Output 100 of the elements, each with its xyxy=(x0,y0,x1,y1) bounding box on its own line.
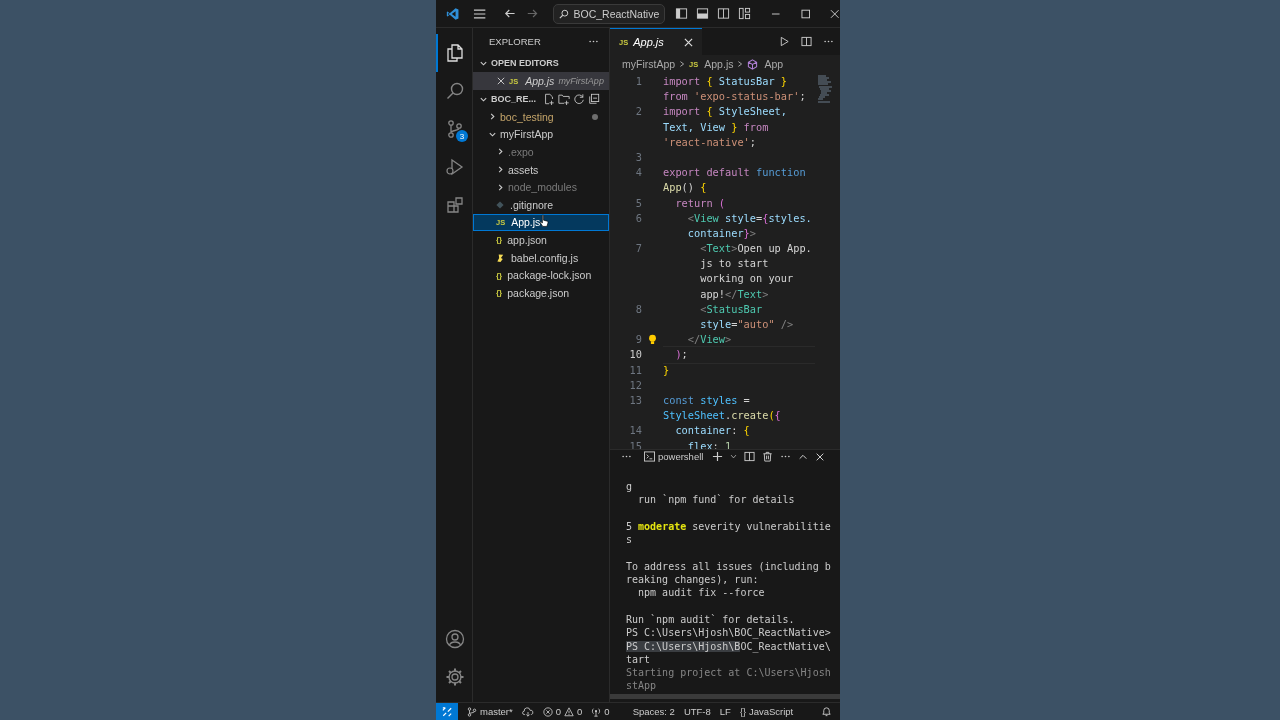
add-icon[interactable] xyxy=(712,451,724,462)
terminal-line: tart xyxy=(626,652,652,667)
line-number: 2 xyxy=(634,104,642,120)
code-line: from 'expo-status-bar'; xyxy=(663,89,807,105)
tree-item[interactable]: babel.config.js xyxy=(473,248,609,267)
remote-button[interactable] xyxy=(436,703,458,720)
language-mode[interactable]: {} JavaScript xyxy=(739,706,794,717)
chevron-down-icon[interactable] xyxy=(730,453,738,460)
command-center[interactable]: BOC_ReactNative xyxy=(553,3,666,24)
file-name: node_modules xyxy=(508,181,577,194)
problems-status[interactable]: 0 0 xyxy=(542,706,583,717)
code-line: style="auto" /> xyxy=(699,317,795,333)
tree-item[interactable]: assets xyxy=(473,160,609,179)
warning-icon xyxy=(564,706,575,717)
terminal-tab[interactable]: powershell xyxy=(644,451,704,462)
chevron-icon xyxy=(736,60,745,68)
code-line: <Text>Open up App. xyxy=(699,241,813,257)
new-folder-icon[interactable] xyxy=(558,93,570,105)
remote-icon xyxy=(442,706,452,717)
terminal-line: Starting project at C:\Users\Hjosh xyxy=(626,666,832,680)
terminal-line: To address all issues (including b xyxy=(626,559,832,574)
collapse-all-icon[interactable] xyxy=(588,93,600,105)
tree-item[interactable]: .gitignore xyxy=(473,195,609,214)
file-name: package.json xyxy=(507,286,570,299)
terminal-line: s xyxy=(626,533,634,547)
tree-item[interactable]: myFirstApp xyxy=(473,125,609,144)
code-line: </View> xyxy=(686,332,733,348)
status-item[interactable]: UTF-8 xyxy=(683,706,711,717)
tree-item[interactable]: .expo xyxy=(473,143,609,161)
file-name: package-lock.json xyxy=(507,269,592,282)
error-icon xyxy=(542,706,553,717)
line-number: 6 xyxy=(634,210,642,226)
workspace-title[interactable]: BOC_RE... xyxy=(491,94,536,104)
breadcrumb[interactable]: App.js xyxy=(704,58,734,70)
file-name: app.json xyxy=(507,233,547,246)
terminal-line: PS C:\Users\Hjosh\BOC_ReactNative\ xyxy=(626,639,832,653)
close-icon[interactable] xyxy=(815,451,826,462)
activity-item[interactable]: 3 xyxy=(436,110,472,148)
more-actions-icon[interactable] xyxy=(780,455,792,458)
tree-item[interactable]: {} package-lock.json xyxy=(473,266,609,284)
code-line: } xyxy=(663,362,671,378)
tree-item[interactable]: node_modules xyxy=(473,178,609,196)
vscode-logo-icon xyxy=(446,6,460,21)
line-number: 13 xyxy=(628,393,642,409)
bell-icon[interactable] xyxy=(821,706,832,717)
cube-icon xyxy=(747,58,759,70)
new-file-icon[interactable] xyxy=(543,93,555,105)
section-header[interactable]: OPEN EDITORS xyxy=(473,54,609,72)
more-actions-icon[interactable] xyxy=(621,455,632,458)
settings-icon[interactable] xyxy=(445,667,465,687)
search-icon xyxy=(559,8,570,19)
forward-arrow-icon[interactable] xyxy=(525,7,539,20)
toggle-sidebar-icon[interactable] xyxy=(675,7,689,20)
tree-item[interactable]: {} package.json xyxy=(473,283,609,302)
braces-icon: {} xyxy=(496,235,503,245)
code-line: app!</Text> xyxy=(699,286,770,302)
terminal-line: run `npm fund` for details xyxy=(637,493,796,507)
lightbulb-icon[interactable] xyxy=(648,334,657,346)
code-line: App() { xyxy=(663,180,708,196)
back-arrow-icon[interactable] xyxy=(503,7,516,20)
line-number: 12 xyxy=(628,377,642,393)
run-debug-icon xyxy=(445,157,465,177)
run-icon[interactable] xyxy=(779,36,790,47)
status-item[interactable]: Spaces: 2 xyxy=(632,706,675,717)
line-number: 14 xyxy=(628,423,642,439)
line-number: 15 xyxy=(628,438,642,449)
close-icon[interactable] xyxy=(684,37,693,47)
braces-icon: {} xyxy=(496,270,503,280)
more-actions-icon[interactable] xyxy=(588,39,599,43)
breadcrumb[interactable]: App xyxy=(764,58,784,70)
breadcrumb[interactable]: myFirstApp xyxy=(622,58,676,70)
babel-icon xyxy=(496,252,505,263)
line-number: 7 xyxy=(634,241,642,257)
file-name: myFirstApp xyxy=(500,128,554,141)
split-layout-icon[interactable] xyxy=(717,7,731,20)
ports-status[interactable]: 0 xyxy=(591,706,610,717)
notification-badge: 3 xyxy=(456,130,468,142)
refresh-icon[interactable] xyxy=(573,93,585,105)
cloud-sync-icon[interactable] xyxy=(521,706,534,717)
account-icon[interactable] xyxy=(445,629,465,649)
tree-item[interactable]: boc_testing xyxy=(473,108,609,126)
split-editor-icon[interactable] xyxy=(801,36,812,47)
close-icon[interactable] xyxy=(497,77,505,85)
layout-grid-icon[interactable] xyxy=(738,7,752,20)
more-actions-icon[interactable] xyxy=(823,40,834,43)
toggle-panel-icon[interactable] xyxy=(696,7,710,20)
code-line: export default function xyxy=(663,165,807,181)
branch-status[interactable]: master* xyxy=(467,706,513,717)
folder-name: myFirstApp xyxy=(558,76,604,86)
close-icon[interactable] xyxy=(830,8,840,19)
line-number: 4 xyxy=(634,165,642,181)
code-line: js to start xyxy=(699,256,770,272)
status-item[interactable]: LF xyxy=(719,706,731,717)
code-line: <StatusBar xyxy=(699,301,764,317)
braces-icon: {} xyxy=(496,288,503,298)
maximize-icon[interactable] xyxy=(801,8,811,19)
branch-icon xyxy=(445,119,465,139)
split-terminal-icon[interactable] xyxy=(744,451,756,462)
trash-icon[interactable] xyxy=(762,451,774,462)
tree-item[interactable]: {} app.json xyxy=(473,231,609,249)
